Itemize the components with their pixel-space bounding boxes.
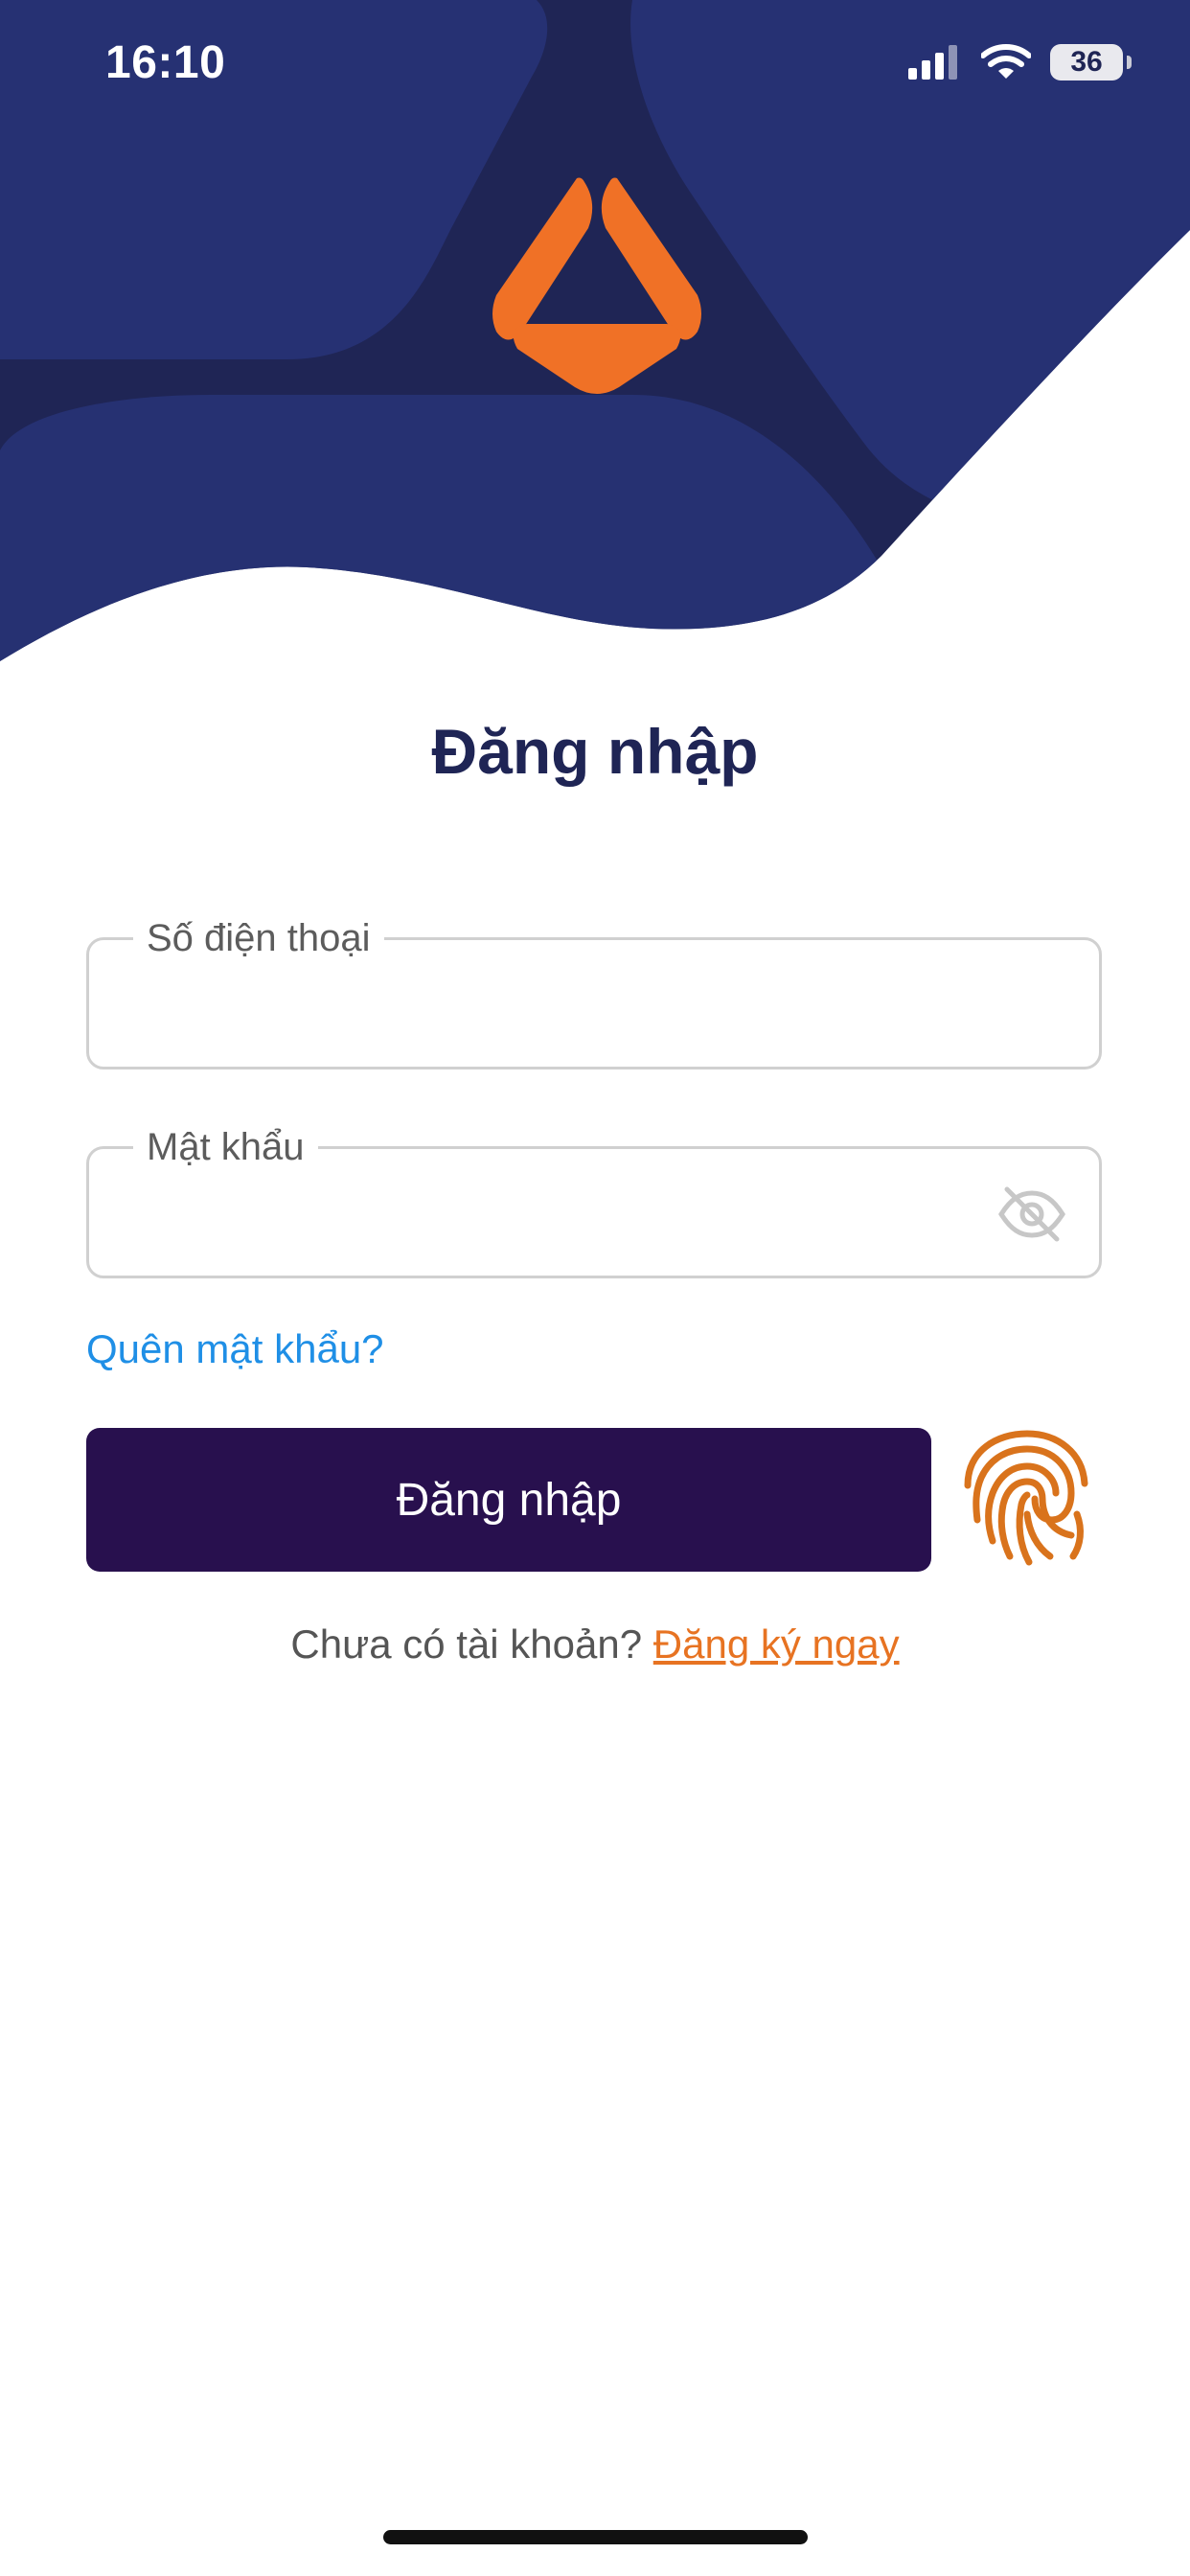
battery-level: 36 — [1070, 46, 1103, 78]
home-indicator[interactable] — [383, 2530, 808, 2544]
password-input[interactable] — [137, 1178, 984, 1251]
forgot-password-link[interactable]: Quên mật khẩu? — [86, 1326, 384, 1372]
password-field[interactable]: Mật khẩu — [86, 1124, 1102, 1278]
signup-link[interactable]: Đăng ký ngay — [653, 1622, 900, 1667]
login-button[interactable]: Đăng nhập — [86, 1428, 931, 1572]
page-title: Đăng nhập — [431, 716, 759, 787]
wifi-icon — [981, 44, 1031, 79]
status-bar: 16:10 36 — [0, 0, 1190, 134]
signup-prompt: Chưa có tài khoản? — [290, 1622, 643, 1667]
cellular-signal-icon — [908, 45, 957, 80]
status-time: 16:10 — [105, 37, 226, 88]
signup-row: Chưa có tài khoản? Đăng ký ngay — [0, 1622, 1190, 1668]
battery-tip — [1127, 56, 1132, 69]
phone-field[interactable]: Số điện thoại — [86, 915, 1102, 1070]
fingerprint-icon[interactable] — [958, 1428, 1092, 1572]
eye-off-icon[interactable] — [997, 1184, 1066, 1245]
phone-field-label: Số điện thoại — [133, 915, 384, 961]
brand-logo — [492, 177, 701, 394]
phone-input[interactable] — [137, 969, 984, 1042]
password-field-label: Mật khẩu — [133, 1124, 318, 1170]
battery-icon: 36 — [1050, 44, 1132, 80]
status-icons: 36 — [908, 44, 1132, 80]
